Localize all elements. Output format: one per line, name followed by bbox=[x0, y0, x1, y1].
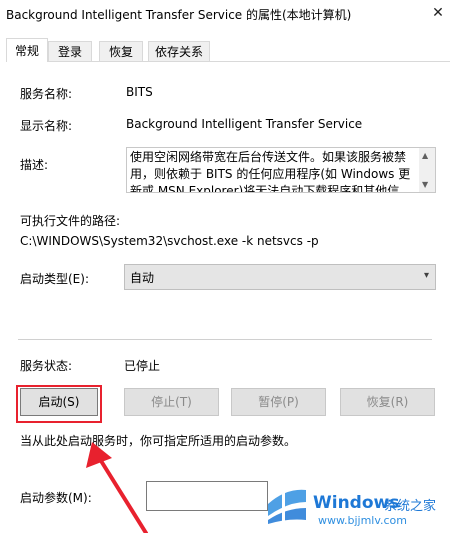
stop-button[interactable]: 停止(T) bbox=[124, 388, 219, 416]
scroll-up-icon[interactable]: ▲ bbox=[422, 151, 428, 160]
exe-path-value: C:\WINDOWS\System32\svchost.exe -k netsv… bbox=[20, 234, 319, 248]
section-divider bbox=[18, 339, 432, 340]
start-params-label: 启动参数(M): bbox=[20, 491, 92, 505]
tab-dependencies[interactable]: 依存关系 bbox=[148, 41, 210, 61]
chevron-down-icon: ▾ bbox=[423, 270, 429, 281]
service-name-value: BITS bbox=[126, 85, 153, 99]
tab-logon[interactable]: 登录 bbox=[48, 41, 92, 61]
watermark-brand-cn: 系统之家 bbox=[384, 499, 437, 514]
tab-recovery[interactable]: 恢复 bbox=[99, 41, 143, 61]
description-text: 使用空闲网络带宽在后台传送文件。如果该服务被禁用，则依赖于 BITS 的任何应用… bbox=[130, 150, 411, 193]
description-label: 描述: bbox=[20, 158, 49, 172]
pause-button[interactable]: 暂停(P) bbox=[231, 388, 326, 416]
highlight-box bbox=[16, 385, 102, 423]
startup-type-value: 自动 bbox=[130, 271, 155, 285]
service-status-label: 服务状态: bbox=[20, 359, 73, 373]
exe-path-label: 可执行文件的路径: bbox=[20, 214, 121, 228]
startup-type-select[interactable]: 自动 ▾ bbox=[124, 264, 436, 290]
service-name-label: 服务名称: bbox=[20, 87, 73, 101]
resume-button[interactable]: 恢复(R) bbox=[340, 388, 435, 416]
windows-logo-icon bbox=[268, 484, 306, 524]
description-scrollbar[interactable]: ▲ ▼ bbox=[419, 148, 435, 192]
scroll-down-icon[interactable]: ▼ bbox=[422, 180, 428, 189]
start-params-input[interactable] bbox=[146, 481, 268, 511]
tab-general[interactable]: 常规 bbox=[6, 38, 48, 62]
description-textbox[interactable]: 使用空闲网络带宽在后台传送文件。如果该服务被禁用，则依赖于 BITS 的任何应用… bbox=[126, 147, 436, 193]
display-name-value: Background Intelligent Transfer Service bbox=[126, 117, 363, 131]
startup-type-label: 启动类型(E): bbox=[20, 272, 89, 286]
window-title: Background Intelligent Transfer Service … bbox=[6, 8, 352, 22]
close-icon[interactable]: ✕ bbox=[428, 3, 448, 23]
watermark-url: www.bjjmlv.com bbox=[318, 514, 407, 527]
service-status-value: 已停止 bbox=[124, 359, 161, 373]
display-name-label: 显示名称: bbox=[20, 119, 73, 133]
